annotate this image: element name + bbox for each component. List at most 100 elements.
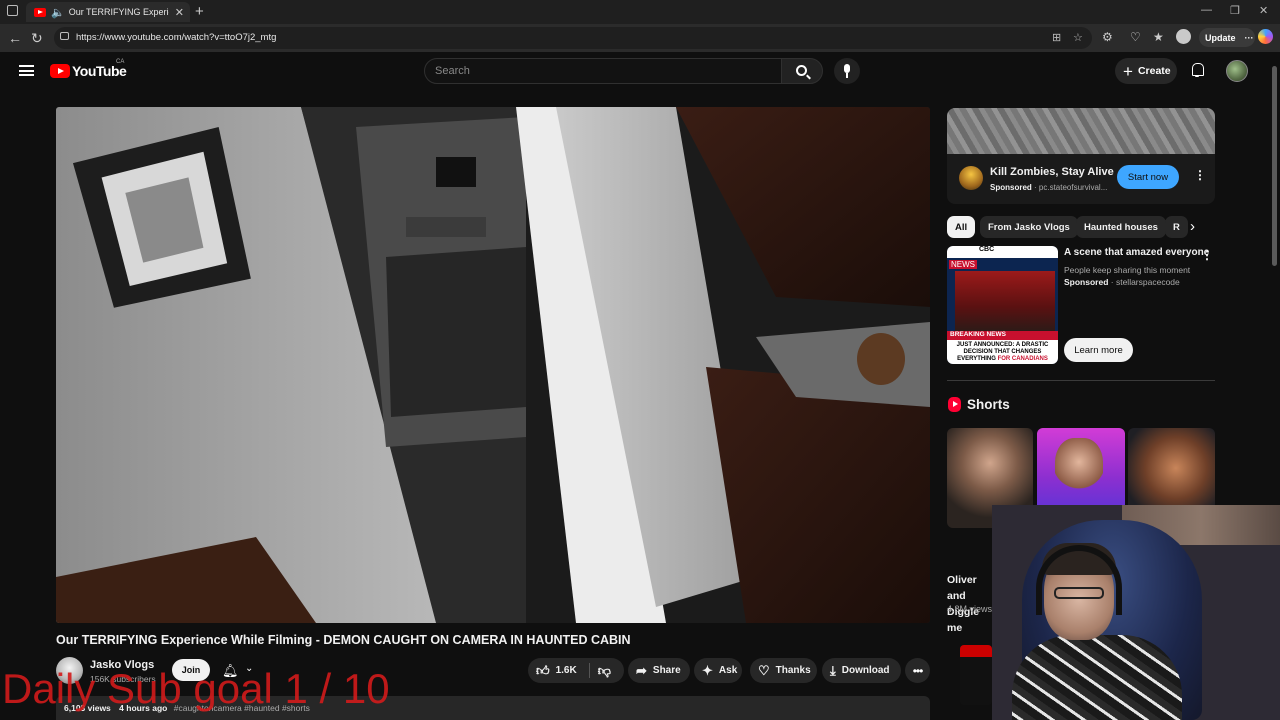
chevron-right-icon[interactable]: ›	[1190, 218, 1195, 235]
more-actions-icon[interactable]: •••	[905, 658, 930, 683]
youtube-header: YouTube CA Search + Create	[0, 52, 1270, 90]
cbc-brand-bar: CBC	[947, 246, 1058, 258]
sponsored-label: Sponsored	[990, 183, 1032, 192]
minimize-icon[interactable]: —	[1201, 4, 1212, 16]
notifications-bell-icon[interactable]	[1190, 63, 1204, 77]
ad2-description: People keep sharing this moment	[1064, 265, 1191, 275]
update-label: Update	[1205, 32, 1236, 43]
browser-tab-strip: 🔈 Our TERRIFYING Experience ✕ + — ❐ ✕	[0, 0, 1280, 24]
guide-menu-icon[interactable]	[19, 65, 34, 76]
start-now-button[interactable]: Start now	[1117, 165, 1179, 189]
ad2-sponsored-label: Sponsored	[1064, 277, 1109, 287]
speaker-icon[interactable]: 🔈	[51, 6, 65, 19]
breaking-news-bar: BREAKING NEWS	[947, 331, 1058, 340]
site-info-icon[interactable]	[60, 32, 69, 40]
youtube-logo[interactable]: YouTube CA	[50, 59, 127, 79]
maximize-icon[interactable]: ❐	[1230, 4, 1240, 17]
search-placeholder: Search	[435, 65, 470, 77]
video-title: Our TERRIFYING Experience While Filming …	[56, 633, 631, 647]
ad-menu-icon[interactable]: ⋮	[1194, 168, 1206, 182]
tab-title: Our TERRIFYING Experience	[68, 7, 169, 17]
close-window-icon[interactable]: ✕	[1259, 4, 1268, 17]
search-button[interactable]	[781, 58, 823, 84]
ask-button[interactable]: ✦ Ask	[694, 658, 742, 683]
chip-haunted-houses[interactable]: Haunted houses	[1076, 216, 1166, 238]
country-code: CA	[116, 59, 125, 65]
ad-sponsor-line: Sponsored · pc.stateofsurvival...	[990, 183, 1108, 192]
address-toolbar: ← ↻ https://www.youtube.com/watch?v=ttoO…	[0, 24, 1280, 52]
browser-essentials-icon[interactable]: ♡	[1130, 30, 1141, 44]
shorts-heading: Shorts	[967, 397, 1010, 412]
close-tab-icon[interactable]: ✕	[175, 6, 184, 19]
download-label: Download	[841, 665, 890, 676]
sparkle-icon: ✦	[702, 662, 713, 678]
filter-chips: All From Jasko Vlogs Haunted houses R	[947, 216, 1215, 238]
new-tab-button[interactable]: +	[195, 3, 204, 20]
thanks-button[interactable]: ♡ Thanks	[750, 658, 817, 683]
breaking-headline: JUST ANNOUNCED: A DRASTIC DECISION THAT …	[947, 340, 1058, 364]
favorites-icon[interactable]: ★	[1153, 30, 1164, 44]
ad-game-icon	[959, 166, 983, 190]
thanks-icon: ♡	[758, 662, 770, 678]
video-frame	[56, 107, 930, 623]
search-icon	[796, 65, 807, 76]
extensions-icon[interactable]: ⚙	[1102, 30, 1113, 44]
thanks-label: Thanks	[775, 665, 811, 676]
youtube-favicon-icon	[34, 7, 46, 17]
learn-more-button[interactable]: Learn more	[1064, 338, 1133, 362]
like-divider	[588, 663, 590, 678]
youtube-play-icon	[50, 64, 70, 78]
share-button[interactable]: ➦ Share	[628, 658, 690, 683]
news-tag: NEWS	[949, 260, 977, 269]
chip-from-channel[interactable]: From Jasko Vlogs	[980, 216, 1078, 238]
chip-all[interactable]: All	[947, 216, 976, 238]
headline-red: FOR CANADIANS	[997, 356, 1048, 362]
create-button[interactable]: + Create	[1115, 58, 1177, 84]
update-button[interactable]: Update ···	[1199, 28, 1255, 47]
url-text[interactable]: https://www.youtube.com/watch?v=ttoO7j2_…	[76, 32, 276, 43]
search-input[interactable]: Search	[424, 58, 782, 84]
voice-search-icon[interactable]	[834, 58, 860, 84]
copilot-icon[interactable]	[1258, 29, 1273, 44]
short-views-1: 4.8M views	[947, 604, 993, 614]
reload-icon[interactable]: ↻	[31, 30, 43, 47]
back-icon[interactable]: ←	[8, 30, 22, 46]
scrollbar-thumb[interactable]	[1272, 66, 1277, 266]
favorite-star-icon[interactable]: ☆	[1073, 31, 1083, 44]
ad2-thumbnail[interactable]: CBC NEWS BREAKING NEWS JUST ANNOUNCED: A…	[947, 246, 1058, 364]
app-available-icon[interactable]: ⊞	[1052, 31, 1061, 44]
webcam-overlay	[992, 505, 1280, 720]
address-bar[interactable]: https://www.youtube.com/watch?v=ttoO7j2_…	[54, 27, 1092, 49]
dislike-icon[interactable]: 👎︎	[598, 663, 611, 679]
ad-title[interactable]: Kill Zombies, Stay Alive	[990, 166, 1114, 178]
more-menu-icon[interactable]: ···	[1245, 33, 1254, 43]
video-player[interactable]	[56, 107, 930, 623]
stream-sub-goal-overlay: Daily Sub goal 1 / 10	[2, 665, 390, 712]
browser-tab-active[interactable]: 🔈 Our TERRIFYING Experience ✕	[26, 2, 190, 22]
ad-domain: pc.stateofsurvival...	[1038, 183, 1108, 192]
sponsored-ad-card[interactable]: Kill Zombies, Stay Alive Sponsored · pc.…	[947, 154, 1215, 204]
ad2-sponsor-line: Sponsored · stellarspacecode	[1064, 277, 1180, 287]
like-dislike-group: 👍︎ 1.6K 👎︎	[528, 658, 624, 683]
chip-next[interactable]: R	[1165, 216, 1188, 238]
webcam-shirt	[1012, 635, 1182, 720]
ad2-menu-icon[interactable]: ⋮	[1201, 248, 1213, 262]
like-icon[interactable]: 👍︎	[536, 663, 550, 679]
download-icon: ⤓	[830, 662, 836, 678]
ad-banner-image[interactable]	[947, 108, 1215, 154]
like-count[interactable]: 1.6K	[556, 665, 577, 676]
tab-actions-icon[interactable]	[7, 5, 18, 16]
news-scene-image	[955, 271, 1055, 331]
ad2-title[interactable]: A scene that amazed everyone	[1064, 247, 1209, 258]
ask-label: Ask	[718, 665, 738, 676]
shorts-icon	[948, 397, 961, 412]
next-video-thumbnail[interactable]	[960, 645, 992, 705]
share-label: Share	[652, 665, 681, 676]
share-icon: ➦	[636, 662, 647, 678]
create-label: Create	[1137, 65, 1171, 77]
section-divider	[947, 380, 1215, 381]
user-avatar[interactable]	[1226, 60, 1248, 82]
ad2-domain: stellarspacecode	[1115, 277, 1180, 287]
profile-avatar[interactable]	[1176, 29, 1191, 44]
download-button[interactable]: ⤓ Download	[822, 658, 901, 683]
